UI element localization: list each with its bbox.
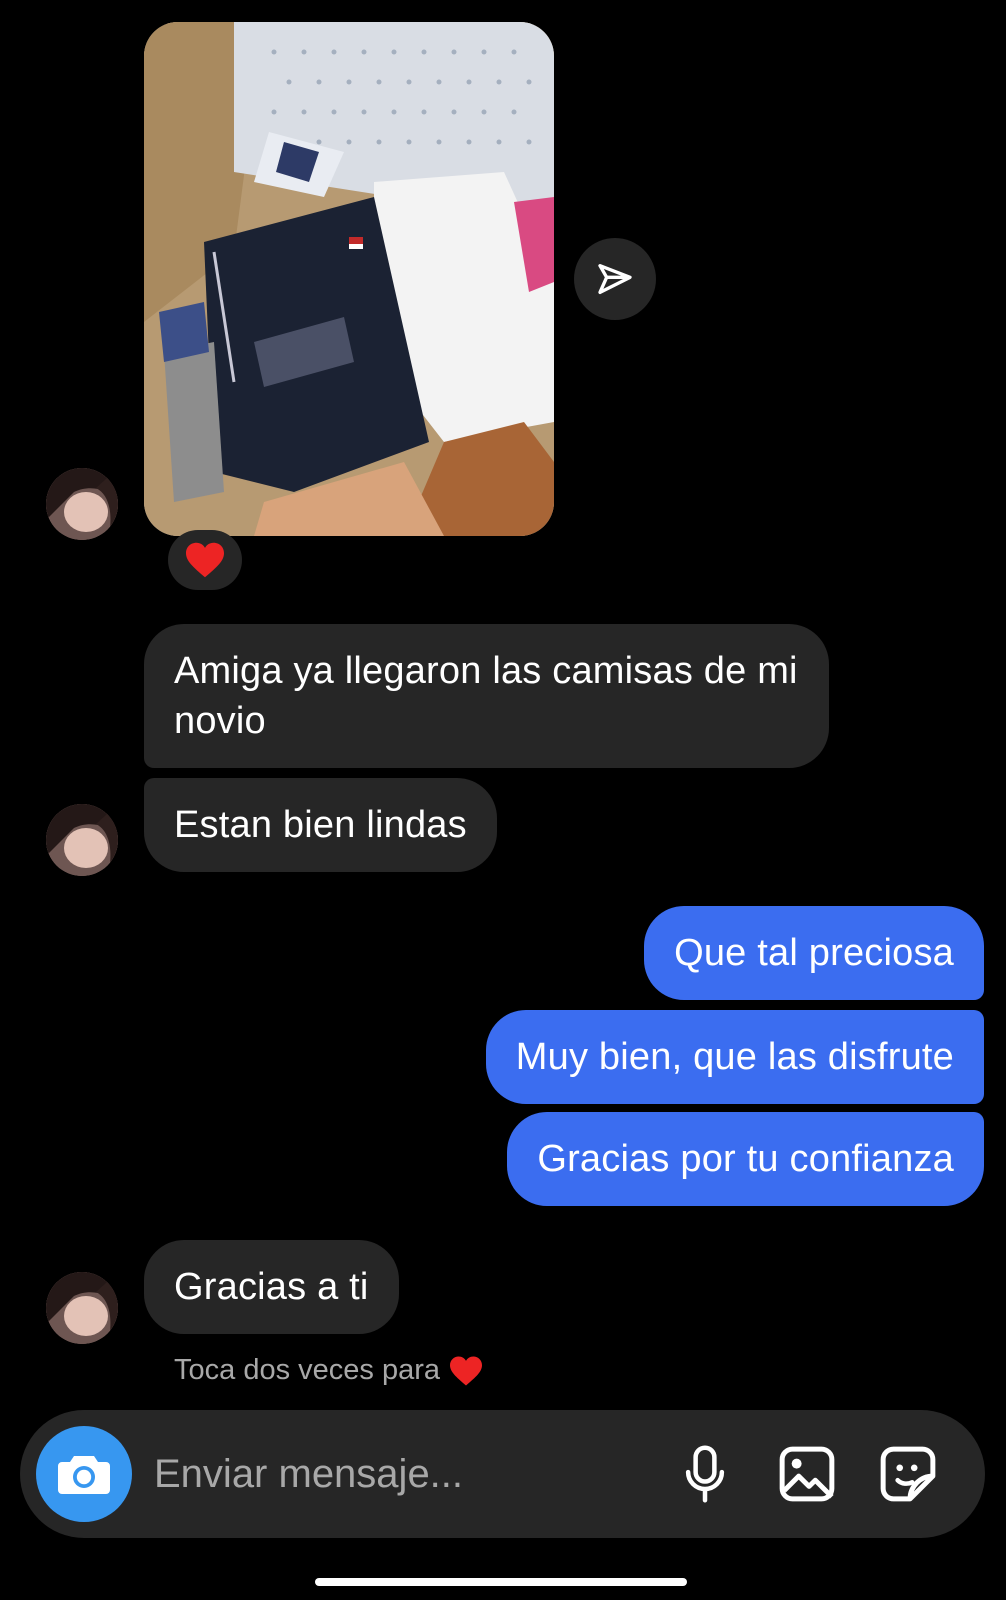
gallery-button[interactable] bbox=[777, 1444, 837, 1504]
voice-message-button[interactable] bbox=[675, 1444, 735, 1504]
message-composer bbox=[20, 1410, 985, 1538]
message-text: Muy bien, que las disfrute bbox=[515, 1036, 954, 1078]
contact-avatar[interactable] bbox=[46, 804, 118, 876]
message-input[interactable] bbox=[154, 1444, 624, 1504]
message-text: Amiga ya llegaron las camisas de mi novi… bbox=[174, 650, 798, 742]
message-text: Que tal preciosa bbox=[674, 932, 954, 974]
avatar-image bbox=[46, 804, 118, 876]
message-bubble-outgoing[interactable]: Muy bien, que las disfrute bbox=[485, 1010, 984, 1104]
home-indicator bbox=[315, 1578, 687, 1586]
avatar-image bbox=[46, 468, 118, 540]
heart-icon bbox=[449, 1355, 482, 1386]
avatar-image bbox=[46, 1272, 118, 1344]
message-bubble-outgoing[interactable]: Gracias por tu confianza bbox=[507, 1112, 984, 1206]
heart-reaction[interactable] bbox=[168, 530, 242, 590]
double-tap-hint: Toca dos veces para bbox=[174, 1354, 484, 1387]
send-icon bbox=[598, 264, 632, 294]
camera-button[interactable] bbox=[36, 1426, 132, 1522]
message-bubble-incoming[interactable]: Gracias a ti bbox=[144, 1240, 399, 1334]
clothing-photo bbox=[144, 22, 554, 536]
message-bubble-outgoing[interactable]: Que tal preciosa bbox=[644, 906, 984, 1000]
sticker-icon bbox=[880, 1446, 936, 1502]
sticker-button[interactable] bbox=[878, 1444, 938, 1504]
message-text: Gracias a ti bbox=[174, 1266, 369, 1308]
contact-avatar[interactable] bbox=[46, 1272, 118, 1344]
gallery-icon bbox=[779, 1446, 835, 1502]
shared-photo[interactable] bbox=[144, 22, 554, 536]
hint-text: Toca dos veces para bbox=[174, 1354, 440, 1386]
camera-icon bbox=[58, 1456, 110, 1494]
microphone-icon bbox=[685, 1445, 725, 1503]
heart-icon bbox=[186, 542, 224, 578]
message-bubble-incoming[interactable]: Amiga ya llegaron las camisas de mi novi… bbox=[144, 624, 829, 768]
share-button[interactable] bbox=[574, 238, 656, 320]
message-bubble-incoming[interactable]: Estan bien lindas bbox=[144, 778, 497, 872]
message-text: Gracias por tu confianza bbox=[537, 1138, 954, 1180]
contact-avatar[interactable] bbox=[46, 468, 118, 540]
message-text: Estan bien lindas bbox=[174, 804, 467, 846]
